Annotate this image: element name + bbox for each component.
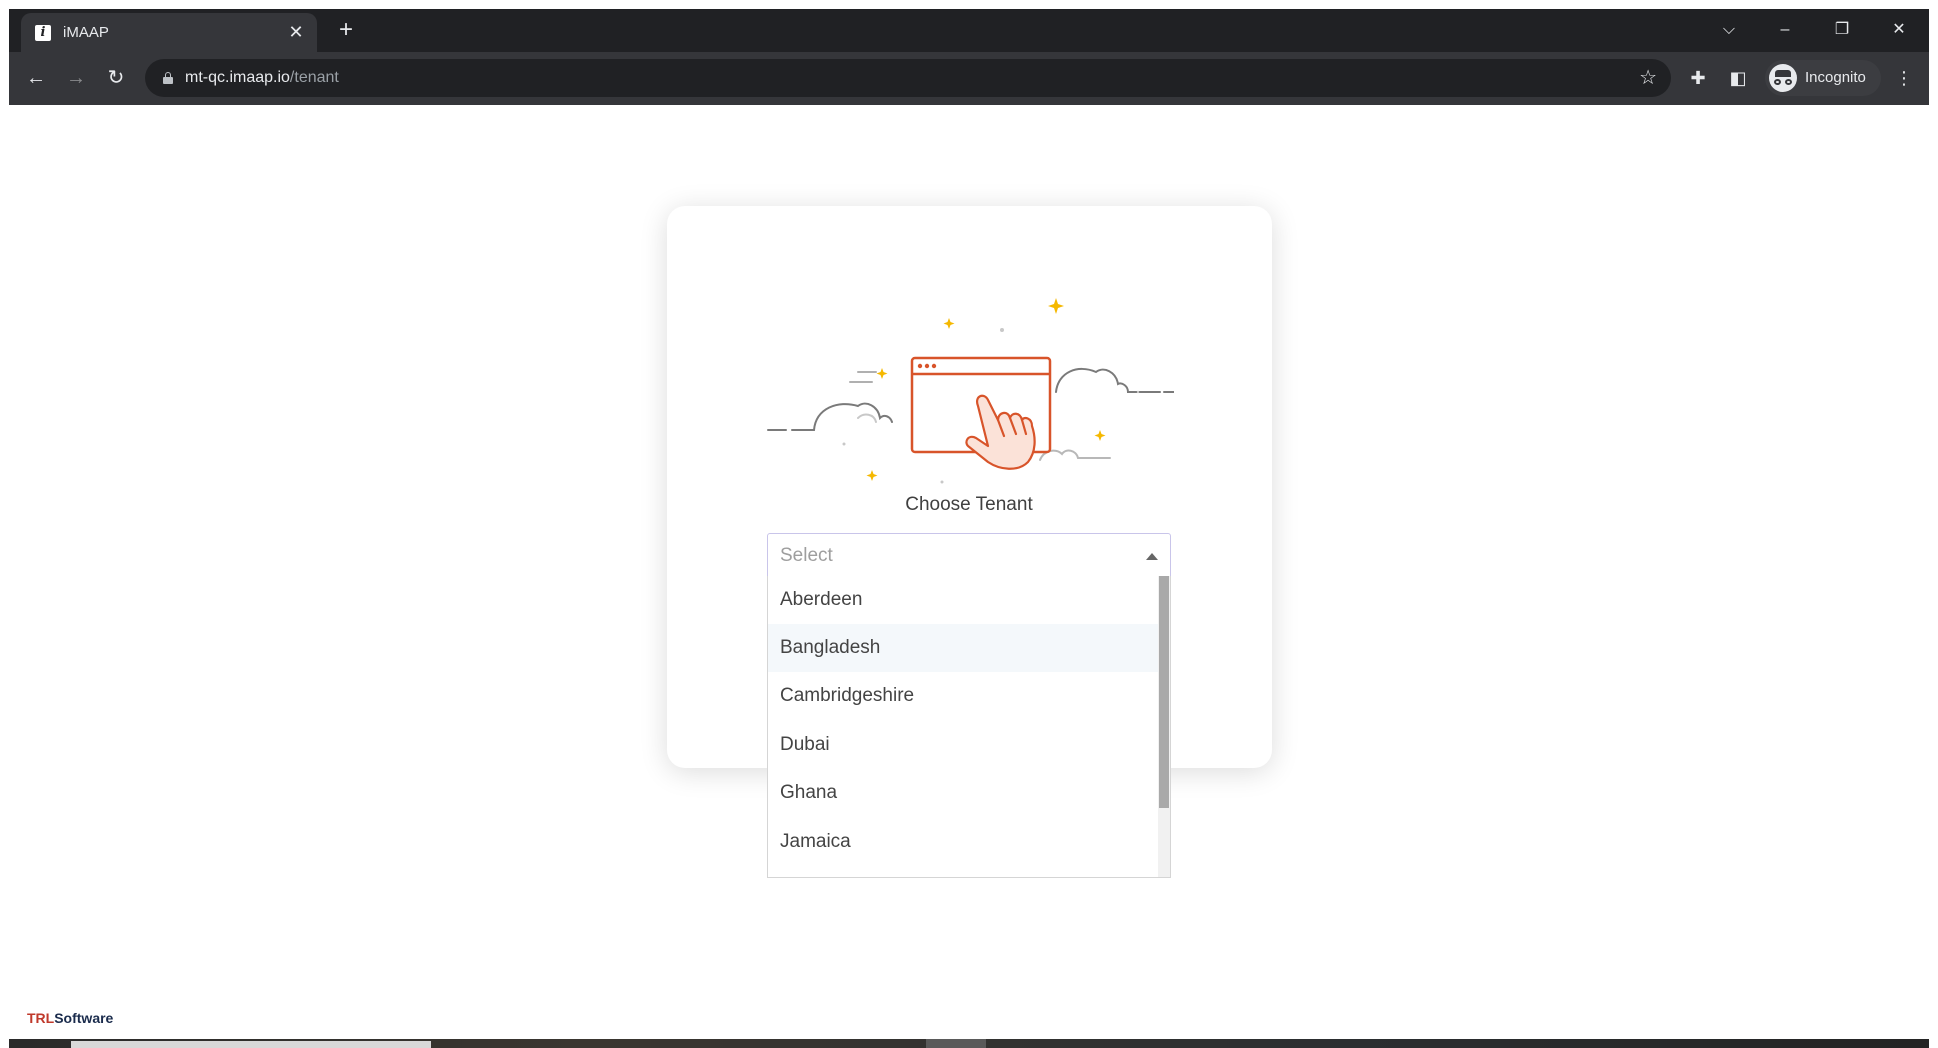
taskbar-active-app[interactable] (926, 1039, 986, 1048)
new-tab-icon[interactable]: + (332, 16, 360, 44)
lock-icon[interactable] (163, 72, 173, 84)
trl-software-logo: TRLSoftware (27, 1010, 114, 1026)
minimize-icon[interactable]: – (1765, 17, 1805, 43)
option-aberdeen[interactable]: Aberdeen (768, 576, 1159, 624)
restore-icon[interactable]: ❐ (1822, 17, 1862, 43)
dropdown-scrollbar[interactable] (1158, 576, 1170, 877)
url-text: mt-qc.imaap.io/tenant (185, 69, 339, 86)
incognito-label: Incognito (1805, 69, 1866, 86)
forward-icon[interactable]: → (61, 63, 91, 93)
browser-chrome: i iMAAP ✕ + ⌵ – ❐ ✕ ← → ↻ mt-qc.imaap.io… (9, 9, 1929, 105)
caret-up-icon[interactable] (1146, 553, 1158, 560)
choose-tenant-illustration (767, 298, 1174, 484)
incognito-icon (1769, 64, 1797, 92)
address-bar[interactable]: mt-qc.imaap.io/tenant ☆ (145, 59, 1671, 97)
tab-strip: i iMAAP ✕ + ⌵ – ❐ ✕ (9, 9, 1929, 52)
tenant-select[interactable]: Select (767, 533, 1171, 577)
option-cambridgeshire[interactable]: Cambridgeshire (768, 672, 1159, 720)
option-bangladesh[interactable]: Bangladesh (768, 624, 1159, 672)
scrollbar-thumb[interactable] (1159, 576, 1169, 808)
option-dubai[interactable]: Dubai (768, 721, 1159, 769)
option-ghana[interactable]: Ghana (768, 769, 1159, 817)
tab-title: iMAAP (63, 24, 109, 41)
browser-toolbar: ← → ↻ mt-qc.imaap.io/tenant ☆ ✚ ◧ Incogn… (9, 52, 1929, 105)
incognito-profile-button[interactable]: Incognito (1765, 60, 1881, 96)
tenant-dropdown-list[interactable]: Aberdeen Bangladesh Cambridgeshire Dubai… (767, 576, 1171, 878)
menu-kebab-icon[interactable]: ⋮ (1889, 63, 1919, 93)
favicon-icon: i (35, 25, 51, 41)
tab-search-icon[interactable]: ⌵ (1709, 17, 1749, 43)
right-cloud-icon (1039, 367, 1174, 461)
os-taskbar (9, 1039, 1929, 1048)
side-panel-icon[interactable]: ◧ (1723, 63, 1753, 93)
taskbar-window-thumbnail[interactable] (71, 1041, 431, 1048)
extensions-icon[interactable]: ✚ (1683, 63, 1713, 93)
close-window-icon[interactable]: ✕ (1879, 17, 1919, 43)
browser-tab[interactable]: i iMAAP ✕ (21, 13, 317, 52)
close-tab-icon[interactable]: ✕ (285, 21, 307, 43)
left-cloud-icon (767, 371, 893, 431)
select-placeholder: Select (780, 545, 833, 566)
reload-icon[interactable]: ↻ (101, 63, 131, 93)
window-frame (0, 0, 9, 1048)
bookmark-star-icon[interactable]: ☆ (1639, 65, 1657, 90)
back-icon[interactable]: ← (21, 63, 51, 93)
choose-tenant-heading: Choose Tenant (905, 494, 1033, 515)
option-jamaica[interactable]: Jamaica (768, 818, 1159, 866)
